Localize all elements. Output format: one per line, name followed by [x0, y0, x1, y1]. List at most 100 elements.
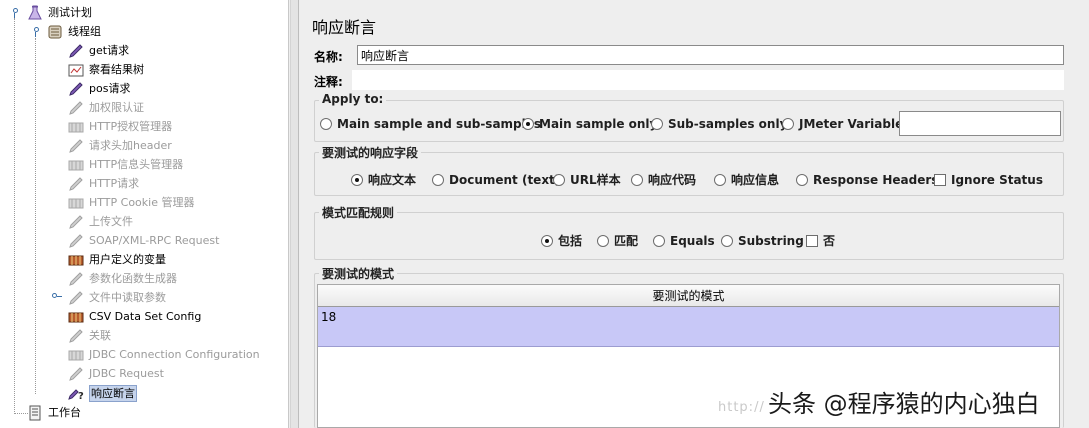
sampler-pen-icon: [69, 215, 83, 229]
tree-item-label: 关联: [89, 329, 111, 342]
radio-icon: [782, 118, 794, 130]
radio-icon: [597, 235, 609, 247]
tree-expand-toggle[interactable]: [10, 8, 18, 18]
radio-label: URL样本: [570, 173, 621, 187]
radio-label: Document (text): [449, 173, 561, 187]
apply-jmeter-variable-radio[interactable]: JMeter Variable: [782, 116, 903, 132]
tree-item-label: 测试计划: [48, 6, 92, 19]
field-response-code-radio[interactable]: 响应代码: [631, 172, 696, 188]
tree-item-upload-file[interactable]: 上传文件: [68, 213, 268, 231]
rule-equals-radio[interactable]: Equals: [653, 233, 715, 249]
sampler-pen-icon: [69, 139, 83, 153]
tree-item-label: HTTP授权管理器: [89, 120, 173, 133]
rule-contains-radio[interactable]: 包括: [541, 233, 582, 249]
jmeter-variable-input[interactable]: [899, 111, 1061, 136]
radio-label: 响应信息: [731, 173, 780, 187]
tree-expand-toggle[interactable]: [52, 293, 60, 301]
tree-item-label: 加权限认证: [89, 101, 144, 114]
flask-icon: [28, 5, 42, 20]
tree-item-response-assertion[interactable]: ? 响应断言: [68, 384, 268, 402]
tree-item-label: JDBC Request: [89, 367, 164, 380]
table-row[interactable]: 18: [318, 307, 1059, 347]
field-response-text-radio[interactable]: 响应文本: [351, 172, 416, 188]
patterns-column-header[interactable]: 要测试的模式: [318, 285, 1059, 307]
radio-icon: [796, 174, 808, 186]
rule-not-checkbox[interactable]: 否: [806, 233, 835, 249]
response-field-title: 要测试的响应字段: [319, 144, 422, 161]
tree-item-user-defined-variables[interactable]: 用户定义的变量: [68, 251, 268, 269]
ignore-status-checkbox[interactable]: Ignore Status: [934, 172, 1043, 188]
tree-connector: [14, 413, 28, 414]
tree-item-workbench[interactable]: 工作台: [27, 404, 147, 422]
response-assertion-panel: 响应断言 名称: 注释: Apply to: Main sample and s…: [300, 0, 1089, 428]
tree-item-label: 参数化函数生成器: [89, 272, 177, 285]
tree-item-http-header-manager[interactable]: HTTP信息头管理器: [68, 156, 268, 174]
radio-label: Main sample only: [539, 117, 658, 131]
radio-icon: [653, 235, 665, 247]
tree-item-soap-request[interactable]: SOAP/XML-RPC Request: [68, 232, 268, 250]
tree-item-label: 请求头加header: [89, 139, 172, 152]
tree-item-header-request[interactable]: 请求头加header: [68, 137, 268, 155]
tree-item-view-results-tree[interactable]: 察看结果树: [68, 61, 268, 79]
radio-icon: [553, 174, 565, 186]
comment-label: 注释:: [314, 75, 343, 89]
field-response-message-radio[interactable]: 响应信息: [714, 172, 779, 188]
radio-label: JMeter Variable: [799, 117, 904, 131]
tree-connector: [14, 18, 15, 412]
radio-label: 包括: [558, 234, 583, 248]
tree-item-label: get请求: [89, 44, 130, 57]
config-element-icon: [68, 350, 84, 361]
apply-main-and-sub-radio[interactable]: Main sample and sub-samples: [320, 116, 541, 132]
tree-item-label: SOAP/XML-RPC Request: [89, 234, 220, 247]
tree-item-label: CSV Data Set Config: [89, 310, 202, 323]
tree-item-csv-data-set-config[interactable]: CSV Data Set Config: [68, 308, 268, 326]
tree-item-label: HTTP请求: [89, 177, 140, 190]
tree-item-label: 用户定义的变量: [89, 253, 166, 266]
tree-item-label: 上传文件: [89, 215, 133, 228]
field-document-radio[interactable]: Document (text): [432, 172, 560, 188]
watermark-text: 头条 @程序猿的内心独白: [768, 390, 1040, 418]
apply-to-title: Apply to:: [319, 92, 387, 106]
tree-item-http-cookie-manager[interactable]: HTTP Cookie 管理器: [68, 194, 268, 212]
tree-item-http-request[interactable]: HTTP请求: [68, 175, 268, 193]
config-element-icon: [68, 198, 84, 209]
tree-expand-toggle[interactable]: [31, 27, 39, 37]
test-plan-tree[interactable]: 测试计划 线程组 get请求 察看结果树 pos请求 加权限认证 HTTP授权管…: [0, 0, 289, 428]
tree-item-label: 文件中读取参数: [89, 291, 166, 304]
tree-item-thread-group[interactable]: 线程组: [47, 23, 167, 41]
tree-item-label: JDBC Connection Configuration: [89, 348, 260, 361]
radio-label: Main sample and sub-samples: [337, 117, 542, 131]
comment-field[interactable]: [352, 70, 1064, 90]
tree-item-test-plan[interactable]: 测试计划: [27, 4, 147, 22]
config-element-icon: [68, 122, 84, 133]
listener-chart-icon: [68, 64, 84, 77]
tree-item-jdbc-connection-config[interactable]: JDBC Connection Configuration: [68, 346, 278, 364]
tree-item-correlation[interactable]: 关联: [68, 327, 268, 345]
tree-item-function-helper[interactable]: 参数化函数生成器: [68, 270, 268, 288]
radio-label: Equals: [670, 234, 715, 248]
pattern-rules-title: 模式匹配规则: [319, 204, 398, 221]
apply-main-only-radio[interactable]: Main sample only: [522, 116, 657, 132]
tree-item-get-request[interactable]: get请求: [68, 42, 268, 60]
tree-item-post-request[interactable]: pos请求: [68, 80, 268, 98]
apply-sub-only-radio[interactable]: Sub-samples only: [651, 116, 787, 132]
field-response-headers-radio[interactable]: Response Headers: [796, 172, 938, 188]
field-url-sample-radio[interactable]: URL样本: [553, 172, 621, 188]
tree-item-jdbc-request[interactable]: JDBC Request: [68, 365, 268, 383]
checkbox-icon: [934, 174, 946, 186]
svg-text:?: ?: [78, 391, 84, 401]
split-pane-divider[interactable]: [290, 0, 299, 428]
tree-item-read-file-params[interactable]: 文件中读取参数: [68, 289, 268, 307]
radio-selected-icon: [351, 174, 363, 186]
tree-item-http-auth-manager[interactable]: HTTP授权管理器: [68, 118, 268, 136]
sampler-pen-icon: [69, 82, 83, 96]
radio-label: 响应代码: [648, 173, 697, 187]
rule-substring-radio[interactable]: Substring: [721, 233, 804, 249]
tree-item-label: 响应断言: [89, 385, 137, 402]
tree-item-label: HTTP Cookie 管理器: [89, 196, 195, 209]
name-field[interactable]: [357, 45, 1064, 65]
tree-item-add-auth[interactable]: 加权限认证: [68, 99, 268, 117]
thread-group-icon: [48, 25, 62, 39]
radio-icon: [631, 174, 643, 186]
rule-matches-radio[interactable]: 匹配: [597, 233, 638, 249]
